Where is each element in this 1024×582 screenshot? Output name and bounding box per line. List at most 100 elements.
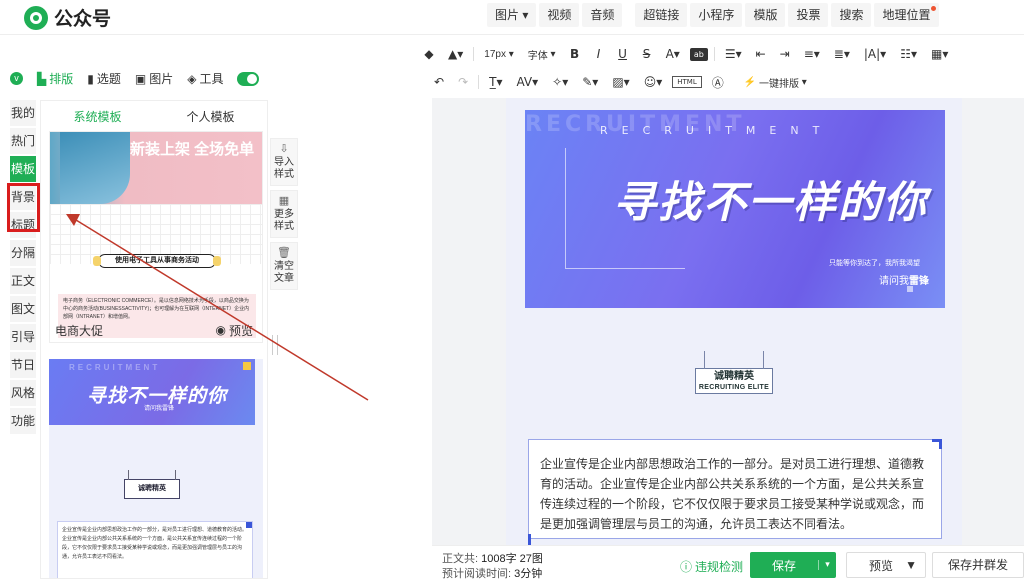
list-icon[interactable]: ☷▾ <box>896 44 921 64</box>
tab-personal-templates[interactable]: 个人模板 <box>154 108 267 125</box>
preview-button[interactable]: 预览 ▼ <box>846 552 926 578</box>
recruiting-elite-tag[interactable]: 诚聘精英 RECRUITING ELITE <box>695 351 773 394</box>
outdent-icon[interactable]: ⇥ <box>776 44 794 64</box>
table-icon[interactable]: ▦▾ <box>927 44 952 64</box>
magic-wand-icon[interactable]: ✧▾ <box>548 72 572 92</box>
font-family-select[interactable]: 字体 ▾ <box>524 44 560 64</box>
banner-watermark: RECRUITMENT <box>69 363 161 372</box>
edit-icon[interactable]: ✎▾ <box>578 72 602 92</box>
more-styles-button[interactable]: ▦ 更多样式 <box>270 190 298 238</box>
image-edit-icon[interactable]: ▨▾ <box>608 72 633 92</box>
template-card-recruitment[interactable]: RECRUITMENT 寻找不一样的你 请问我雷锋 诚聘精英 企业宣传是企业内部… <box>49 359 263 578</box>
tab-image[interactable]: ▣ 图片 <box>135 70 173 87</box>
background-color-icon[interactable]: ab <box>689 47 708 61</box>
template-card-ecommerce[interactable]: 新装上架 全场免单 使用电子工具从事商务活动 电子商务（ELECTRONIC C… <box>49 131 263 343</box>
template-name: 电商大促 <box>55 323 104 338</box>
sidebar-item-image-text[interactable]: 图文 <box>10 296 36 322</box>
tab-topic[interactable]: ▮ 选题 <box>87 70 121 87</box>
check-circle-icon: ⓘ <box>680 560 693 574</box>
tab-layout[interactable]: ▙ 排版 <box>37 70 73 87</box>
app-logo[interactable]: 公众号 <box>24 4 111 31</box>
bookmark-icon: ▮ <box>87 71 94 86</box>
tab-tools[interactable]: ◈ 工具 <box>187 70 223 87</box>
toolbar-divider <box>478 75 480 89</box>
sidebar-item-divider[interactable]: 分隔 <box>10 240 36 266</box>
format-toolbar-row-2: ↶ ↷ T̲▾ AV▾ ✧▾ ✎▾ ▨▾ ☺▾ HTML Ⓐ ⚡ 一键排版 ▾ <box>430 72 817 92</box>
paragraph-spacing-icon[interactable]: ≣▾ <box>830 44 854 64</box>
elite-title-cn: 诚聘精英 <box>714 371 754 382</box>
sidebar-item-style[interactable]: 风格 <box>10 380 36 406</box>
text-format-icon[interactable]: Ⓐ <box>708 72 728 92</box>
sidebar-item-body[interactable]: 正文 <box>10 268 36 294</box>
strikethrough-icon[interactable]: S <box>638 44 656 64</box>
elite-title-en: RECRUITING ELITE <box>698 384 770 391</box>
article-stats: 正文共: 1008字 27图 预计阅读时间: 3分钟 <box>442 553 543 580</box>
top-nav: 图片 ▾ 视频 音频 超链接 小程序 模版 投票 搜索 地理位置 <box>487 3 939 27</box>
line-height-icon[interactable]: ≡▾ <box>800 44 824 64</box>
format-painter-icon[interactable]: ◆ <box>420 44 438 64</box>
import-style-button[interactable]: ⇩ 导入样式 <box>270 138 298 186</box>
save-button[interactable]: 保存 ▾ <box>750 552 836 578</box>
resize-handle[interactable] <box>272 335 278 355</box>
float-toolbar: ⇩ 导入样式 ▦ 更多样式 🗑 清空文章 <box>270 138 298 294</box>
nav-image[interactable]: 图片 ▾ <box>487 3 537 27</box>
bold-icon[interactable]: B <box>566 44 584 64</box>
top-bar: 公众号 图片 ▾ 视频 音频 超链接 小程序 模版 投票 搜索 地理位置 <box>0 0 1024 35</box>
text-align-icon[interactable]: T̲▾ <box>485 72 506 92</box>
undo-icon[interactable]: ↶ <box>430 72 448 92</box>
sidebar-item-template[interactable]: 模板 <box>10 156 36 182</box>
clear-format-icon[interactable]: ▲▾ <box>444 44 467 64</box>
nav-hyperlink[interactable]: 超链接 <box>635 3 688 27</box>
nav-location[interactable]: 地理位置 <box>874 3 939 27</box>
font-color-icon[interactable]: A▾ <box>662 44 684 64</box>
template-preview-button[interactable]: ◉ 预览 <box>216 322 254 339</box>
sidebar-item-festival[interactable]: 节日 <box>10 352 36 378</box>
eye-icon: ◉ <box>215 323 226 337</box>
save-and-publish-button[interactable]: 保存并群发 <box>932 552 1024 578</box>
template-ribbon: 使用电子工具从事商务活动 <box>93 254 221 268</box>
nav-video[interactable]: 视频 <box>539 3 580 27</box>
nav-search[interactable]: 搜索 <box>831 3 872 27</box>
emoji-icon[interactable]: ☺▾ <box>640 72 667 92</box>
nav-template[interactable]: 模版 <box>745 3 786 27</box>
document-canvas[interactable]: RECRUITMENT RECRUITMENT 寻找不一样的你 只能等你到达了，… <box>506 98 962 545</box>
template-banner-recruitment: RECRUITMENT 寻找不一样的你 请问我雷锋 <box>49 359 255 425</box>
article-paragraph[interactable]: 企业宣传是企业内部思想政治工作的一部分。是对员工进行理想、道德教育的活动。企业宣… <box>528 439 942 545</box>
trash-icon: 🗑 <box>277 246 291 259</box>
indent-icon[interactable]: ⇤ <box>752 44 770 64</box>
nav-audio[interactable]: 音频 <box>582 3 623 27</box>
font-size-select[interactable]: 17px ▾ <box>480 44 518 64</box>
tool-tabs: v ▙ 排版 ▮ 选题 ▣ 图片 ◈ 工具 <box>10 70 260 87</box>
sidebar-item-mine[interactable]: 我的 <box>10 100 36 126</box>
hero-line <box>565 268 685 269</box>
chevron-down-icon[interactable]: ▾ <box>818 560 836 570</box>
align-icon[interactable]: ☰▾ <box>721 44 746 64</box>
html-icon[interactable]: HTML <box>672 76 702 88</box>
grid-icon: ▦ <box>278 194 290 207</box>
import-icon: ⇩ <box>279 142 289 155</box>
tab-system-templates[interactable]: 系统模板 <box>41 108 154 125</box>
clear-article-button[interactable]: 🗑 清空文章 <box>270 242 298 290</box>
feature-toggle[interactable] <box>237 71 260 86</box>
redo-icon[interactable]: ↷ <box>454 72 472 92</box>
nav-miniprogram[interactable]: 小程序 <box>690 3 743 27</box>
sidebar-item-hot[interactable]: 热门 <box>10 128 36 154</box>
wechat-official-icon <box>24 5 48 30</box>
italic-icon[interactable]: I <box>590 44 608 64</box>
model-photo <box>60 132 130 204</box>
compliance-check-button[interactable]: ⓘ 违规检测 <box>680 558 743 575</box>
template-banner: 新装上架 全场免单 <box>50 132 262 204</box>
sidebar-item-function[interactable]: 功能 <box>10 408 36 434</box>
cube-icon: ◈ <box>187 71 197 86</box>
char-spacing-icon[interactable]: AV▾ <box>512 72 542 92</box>
hero-spaced-text: RECRUITMENT <box>600 124 834 137</box>
one-click-layout-button[interactable]: ⚡ 一键排版 ▾ <box>740 72 811 92</box>
banner-title: 新装上架 全场免单 <box>130 141 255 158</box>
toolbar-divider <box>713 47 715 61</box>
letter-spacing-icon[interactable]: |A|▾ <box>860 44 890 64</box>
sidebar-item-guide[interactable]: 引导 <box>10 324 36 350</box>
underline-icon[interactable]: U <box>614 44 632 64</box>
recruitment-hero-banner[interactable]: RECRUITMENT RECRUITMENT 寻找不一样的你 只能等你到达了，… <box>525 110 945 308</box>
bottom-status-bar: 正文共: 1008字 27图 预计阅读时间: 3分钟 ⓘ 违规检测 保存 ▾ 预览 ▼… <box>432 545 1024 580</box>
nav-vote[interactable]: 投票 <box>788 3 829 27</box>
